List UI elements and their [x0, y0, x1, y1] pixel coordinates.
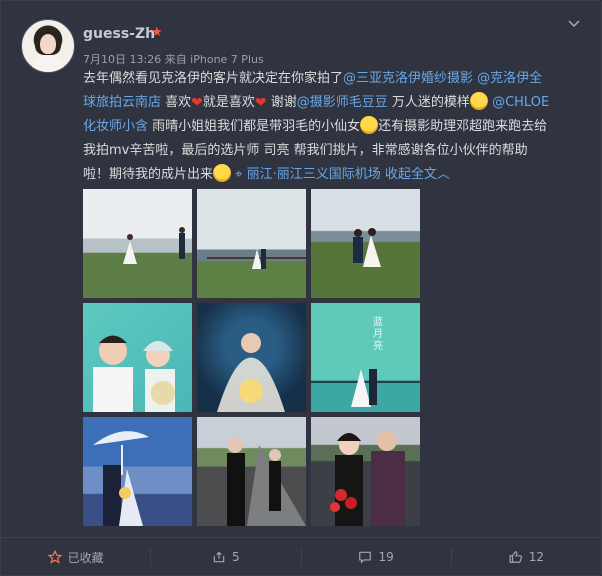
star-icon — [47, 550, 62, 564]
heart-emoji-icon: ❤ — [254, 95, 267, 111]
repost-button[interactable]: 5 — [150, 548, 300, 566]
photo-thumbnail[interactable] — [197, 417, 306, 526]
photo-grid: 蓝 月 亮 — [83, 189, 421, 527]
repost-count: 5 — [232, 550, 240, 564]
vip-star-icon: ★ — [151, 25, 163, 40]
post-text: 去年偶然看见克洛伊的客片就决定在你家拍了@三亚克洛伊婚纱摄影 @克洛伊全球旅拍云… — [83, 71, 550, 182]
mention-link[interactable]: @三亚克洛伊婚纱摄影 — [343, 71, 473, 86]
repost-icon — [213, 551, 225, 563]
svg-text:月: 月 — [373, 328, 383, 340]
thumbs-up-icon — [509, 551, 522, 563]
photo-thumbnail[interactable] — [197, 189, 306, 298]
location-pin-icon: ⌖ — [235, 167, 243, 182]
surprised-emoji-icon — [213, 164, 232, 182]
collapse-link[interactable]: 收起全文 — [385, 167, 437, 182]
photo-thumbnail[interactable] — [311, 189, 420, 298]
avatar[interactable] — [21, 19, 75, 73]
comment-icon — [359, 551, 372, 564]
post-action-bar: 已收藏 5 19 12 — [1, 537, 601, 576]
weibo-post-card: guess-Zh ★ 7月10日 13:26 来自 iPhone 7 Plus … — [0, 0, 602, 576]
favorite-button[interactable]: 已收藏 — [1, 538, 150, 576]
mention-link[interactable]: @摄影师毛豆豆 — [297, 95, 388, 110]
post-meta: 7月10日 13:26 来自 iPhone 7 Plus — [83, 53, 264, 66]
username[interactable]: guess-Zh — [83, 26, 155, 42]
chevron-up-icon[interactable]: ︿ — [437, 167, 450, 182]
svg-text:亮: 亮 — [373, 339, 383, 352]
like-count: 12 — [528, 550, 545, 564]
chevron-down-icon[interactable] — [567, 17, 581, 31]
giggle-emoji-icon — [360, 116, 379, 134]
photo-thumbnail[interactable] — [83, 417, 192, 526]
photo-thumbnail[interactable] — [83, 189, 192, 298]
photo-thumbnail[interactable] — [197, 303, 306, 412]
favorite-label: 已收藏 — [67, 550, 104, 565]
svg-text:蓝: 蓝 — [373, 316, 383, 328]
comment-count: 19 — [378, 550, 394, 564]
photo-thumbnail[interactable]: 蓝 月 亮 — [311, 303, 420, 412]
laugh-emoji-icon — [469, 92, 488, 110]
like-button[interactable]: 12 — [450, 548, 601, 566]
photo-thumbnail[interactable] — [83, 303, 192, 412]
heart-emoji-icon: ❤ — [191, 95, 203, 111]
comment-button[interactable]: 19 — [300, 548, 451, 566]
location-link[interactable]: 丽江·丽江三义国际机场 — [247, 167, 381, 182]
photo-thumbnail[interactable] — [311, 417, 420, 526]
